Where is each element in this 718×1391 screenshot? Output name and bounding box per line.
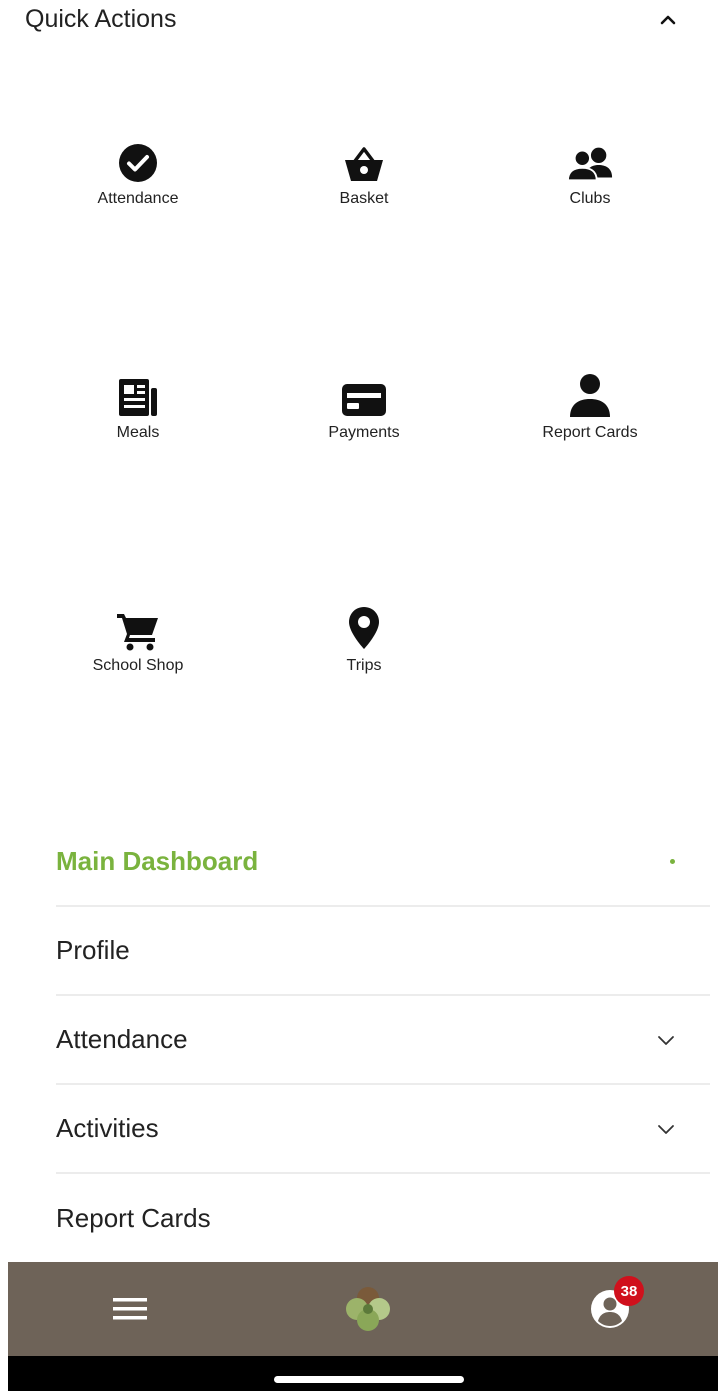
- cart-icon: [114, 603, 162, 651]
- quick-action-trips[interactable]: Trips: [264, 603, 464, 703]
- credit-card-icon: [340, 370, 388, 418]
- quick-action-attendance[interactable]: Attendance: [38, 136, 238, 236]
- basket-icon: [340, 136, 388, 184]
- clover-logo-icon: [346, 1287, 390, 1331]
- newspaper-icon: [114, 370, 162, 418]
- menu-item-report-cards[interactable]: Report Cards: [56, 1174, 710, 1263]
- quick-action-label: Attendance: [97, 190, 179, 207]
- quick-action-basket[interactable]: Basket: [264, 136, 464, 236]
- chevron-up-icon: [660, 15, 676, 25]
- quick-action-clubs[interactable]: Clubs: [490, 136, 690, 236]
- side-menu-list: Main Dashboard Profile Attendance Activi…: [56, 818, 710, 1263]
- bottom-navigation-bar: [8, 1262, 718, 1356]
- quick-action-label: Clubs: [569, 190, 611, 207]
- quick-action-meals[interactable]: Meals: [38, 370, 238, 470]
- menu-item-label: Main Dashboard: [56, 846, 259, 876]
- location-pin-icon: [340, 603, 388, 651]
- home-logo-button[interactable]: [336, 1262, 400, 1356]
- open-menu-button[interactable]: [100, 1262, 160, 1356]
- people-icon: [566, 136, 614, 184]
- home-indicator-handle[interactable]: [274, 1376, 464, 1383]
- system-navigation-bar: [8, 1356, 718, 1391]
- menu-item-label: Profile: [56, 935, 130, 965]
- quick-action-report-cards[interactable]: Report Cards: [490, 370, 690, 470]
- collapse-quick-actions-button[interactable]: [650, 2, 686, 38]
- menu-item-label: Report Cards: [56, 1203, 211, 1233]
- hamburger-menu-icon: [113, 1298, 147, 1320]
- notification-badge: 38: [614, 1276, 644, 1306]
- quick-action-label: School Shop: [92, 657, 184, 674]
- chevron-down-icon: [658, 1125, 674, 1134]
- menu-item-profile[interactable]: Profile: [56, 907, 710, 996]
- quick-action-label: Trips: [346, 657, 382, 674]
- chevron-down-icon: [658, 1036, 674, 1045]
- quick-actions-title: Quick Actions: [25, 5, 177, 33]
- menu-item-activities[interactable]: Activities: [56, 1085, 710, 1174]
- check-circle-icon: [114, 136, 162, 184]
- quick-actions-header: Quick Actions: [0, 0, 718, 44]
- person-icon: [566, 370, 614, 418]
- quick-action-label: Basket: [339, 190, 389, 207]
- quick-action-label: Meals: [116, 424, 160, 441]
- menu-item-label: Activities: [56, 1113, 159, 1143]
- quick-action-label: Report Cards: [542, 424, 638, 441]
- quick-action-label: Payments: [328, 424, 400, 441]
- active-indicator-dot: [670, 859, 675, 864]
- menu-item-label: Attendance: [56, 1024, 188, 1054]
- menu-item-attendance[interactable]: Attendance: [56, 996, 710, 1085]
- quick-action-school-shop[interactable]: School Shop: [38, 603, 238, 703]
- menu-item-main-dashboard[interactable]: Main Dashboard: [56, 818, 710, 907]
- quick-action-payments[interactable]: Payments: [264, 370, 464, 470]
